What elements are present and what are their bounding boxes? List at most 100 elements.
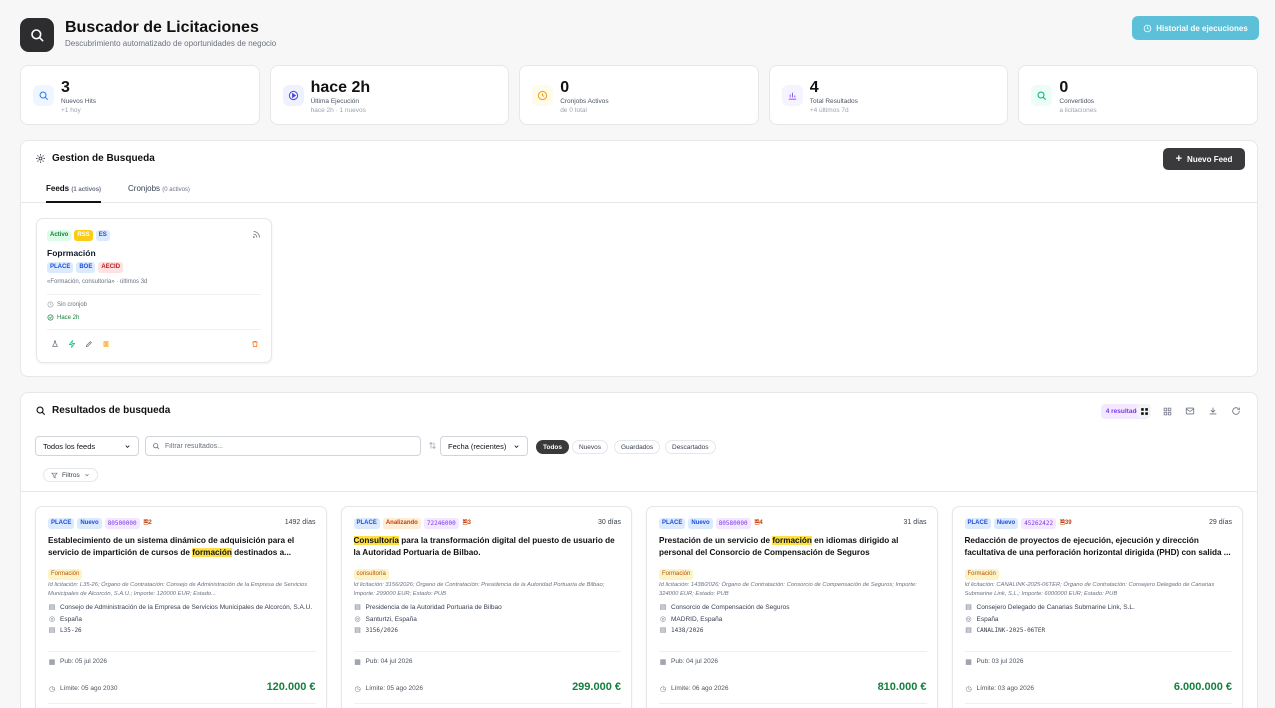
location-icon: ◎ [48, 615, 56, 623]
organ: Consorcio de Compensación de Seguros [671, 604, 790, 611]
sort-select[interactable]: Fecha (recientes) [440, 436, 528, 456]
new-feed-label: Nuevo Feed [1187, 154, 1233, 164]
feed-select[interactable]: Todos los feeds [35, 436, 139, 456]
results-toolbar [1137, 404, 1243, 418]
card-badges: PLACE Nuevo 45262422 🗎39 [964, 518, 1073, 529]
result-card[interactable]: PLACE Nuevo 80580000 🗎4 31 días Prestación de… [646, 506, 938, 708]
title-text: Redacción de proyectos de ejecución, eje… [964, 536, 1231, 557]
pub-text: Pub: 04 jul 2026 [671, 658, 718, 665]
app-logo [20, 18, 54, 52]
chevron-down-icon [84, 473, 89, 477]
tab-cronjobs[interactable]: Cronjobs (0 activos) [128, 184, 190, 193]
filter-pill-new[interactable]: Nuevos [572, 440, 609, 454]
cpv-code-badge: 72246000 [423, 518, 459, 529]
calendar-icon: ▦ [354, 659, 361, 666]
new-feed-button[interactable]: + Nuevo Feed [1163, 148, 1245, 170]
building-icon: ▤ [659, 604, 667, 611]
flask-icon[interactable] [51, 340, 59, 348]
filters-toggle[interactable]: Filtros [43, 468, 98, 482]
highlight: Consultoría [353, 536, 399, 545]
feed-sources: PLACE BOE AECID [47, 262, 124, 273]
stat-card-last-run: hace 2h Última Ejecución hace 2h · 1 nue… [269, 65, 510, 125]
history-button-label: Historial de ejecuciones [1156, 23, 1248, 33]
card-title[interactable]: Establecimiento de un sistema dinámico d… [48, 535, 316, 559]
trash-icon[interactable] [251, 340, 259, 348]
location: España [976, 615, 999, 623]
search-management-panel: Gestion de Busqueda + Nuevo Feed Feeds (… [20, 140, 1258, 377]
result-card[interactable]: PLACE Nuevo 45262422 🗎39 29 días Redacción de… [951, 506, 1243, 708]
result-card[interactable]: PLACE Nuevo 80500000 🗎2 1492 días Establecimi… [35, 506, 327, 708]
filter-pill-all[interactable]: Todos [536, 440, 570, 454]
card-title[interactable]: Consultoría para la transformación digit… [353, 535, 622, 559]
docs-count-badge: 🗎4 [754, 518, 764, 529]
tab-feeds[interactable]: Feeds (1 activos) [46, 184, 102, 203]
pause-icon[interactable] [102, 340, 110, 348]
days-left: 30 días [598, 519, 621, 526]
limit-text: Límite: 06 ago 2026 [671, 685, 729, 692]
zap-icon[interactable] [68, 340, 76, 348]
source-badge: PLACE [659, 518, 686, 529]
pub-text: Pub: 03 jul 2026 [976, 658, 1024, 665]
document-icon: ▤ [48, 627, 56, 634]
divider [48, 651, 316, 652]
mail-icon [1185, 407, 1195, 415]
docs-count: 3 [467, 520, 471, 526]
stat-sub: +4 últimos 7d [809, 107, 849, 114]
keyword-tag: Formación [659, 569, 694, 580]
pub-text: Pub: 05 jul 2026 [60, 658, 107, 665]
highlight: formación [192, 548, 232, 557]
tab-count: (1 activos) [71, 187, 102, 193]
docs-count: 4 [759, 520, 763, 526]
docs-count: 2 [148, 520, 152, 526]
status-badge: Nuevo [77, 518, 102, 529]
compact-view-button[interactable] [1160, 404, 1174, 418]
stat-sub: a licitaciones [1059, 107, 1097, 114]
feed-cron: Sin cronjob [47, 301, 87, 308]
result-card[interactable]: PLACE Analizando 72246000 🗎3 30 días Consulto… [340, 506, 632, 708]
highlight: formación [772, 536, 812, 545]
edit-icon[interactable] [85, 340, 93, 348]
keyword-tag: Formación [48, 569, 83, 580]
limit-date: ◷ Límite: 06 ago 2026 [659, 685, 729, 693]
divider [48, 703, 316, 704]
card-title[interactable]: Redacción de proyectos de ejecución, eje… [965, 535, 1233, 559]
results-grid: PLACE Nuevo 80500000 🗎2 1492 días Establecimi… [35, 506, 1243, 708]
stat-label: Nuevos Hits [61, 98, 97, 105]
docs-count-badge: 🗎39 [1059, 518, 1073, 529]
history-icon [1143, 24, 1152, 32]
search-field[interactable] [145, 436, 421, 456]
stat-sub: +1 hoy [61, 107, 81, 114]
sort-icon [429, 441, 436, 450]
feed-badges: Activo RSS ES [47, 230, 110, 241]
filter-pill-saved[interactable]: Guardados [614, 440, 661, 454]
cpv-code-badge: 80500000 [104, 518, 140, 529]
email-button[interactable] [1183, 404, 1197, 418]
history-button[interactable]: Historial de ejecuciones [1132, 16, 1259, 40]
download-button[interactable] [1206, 404, 1220, 418]
check-circle-icon [47, 314, 54, 321]
filter-pill-discarded[interactable]: Descartados [665, 440, 716, 454]
clock-icon: ◷ [48, 686, 56, 693]
source-badge: PLACE [48, 518, 75, 529]
clock-icon: ◷ [659, 686, 667, 693]
stat-sub: hace 2h · 1 nuevos [310, 107, 366, 114]
organ: Presidencia de la Autoridad Portuaria de… [365, 604, 502, 611]
search-icon [1031, 85, 1053, 106]
divider [47, 294, 261, 295]
amount: 810.000 € [877, 681, 927, 693]
sort-select-value: Fecha (recientes) [448, 441, 507, 451]
stat-value: 0 [560, 79, 570, 96]
search-input[interactable] [165, 442, 405, 450]
stat-value: 3 [61, 79, 70, 96]
grid-view-button[interactable] [1137, 404, 1151, 418]
stat-value: hace 2h [310, 79, 371, 96]
tab-count: (0 activos) [162, 187, 190, 193]
refresh-button[interactable] [1229, 404, 1243, 418]
status-badge: Nuevo [688, 518, 713, 529]
clock-icon [532, 85, 554, 106]
play-circle-icon [282, 85, 304, 106]
cpv-code-badge: 80580000 [715, 518, 751, 529]
tab-label: Cronjobs [128, 184, 161, 193]
feed-card[interactable]: Activo RSS ES Foprmación PLACE BOE AECID… [36, 218, 272, 363]
card-title[interactable]: Prestación de un servicio de formación e… [659, 535, 927, 559]
